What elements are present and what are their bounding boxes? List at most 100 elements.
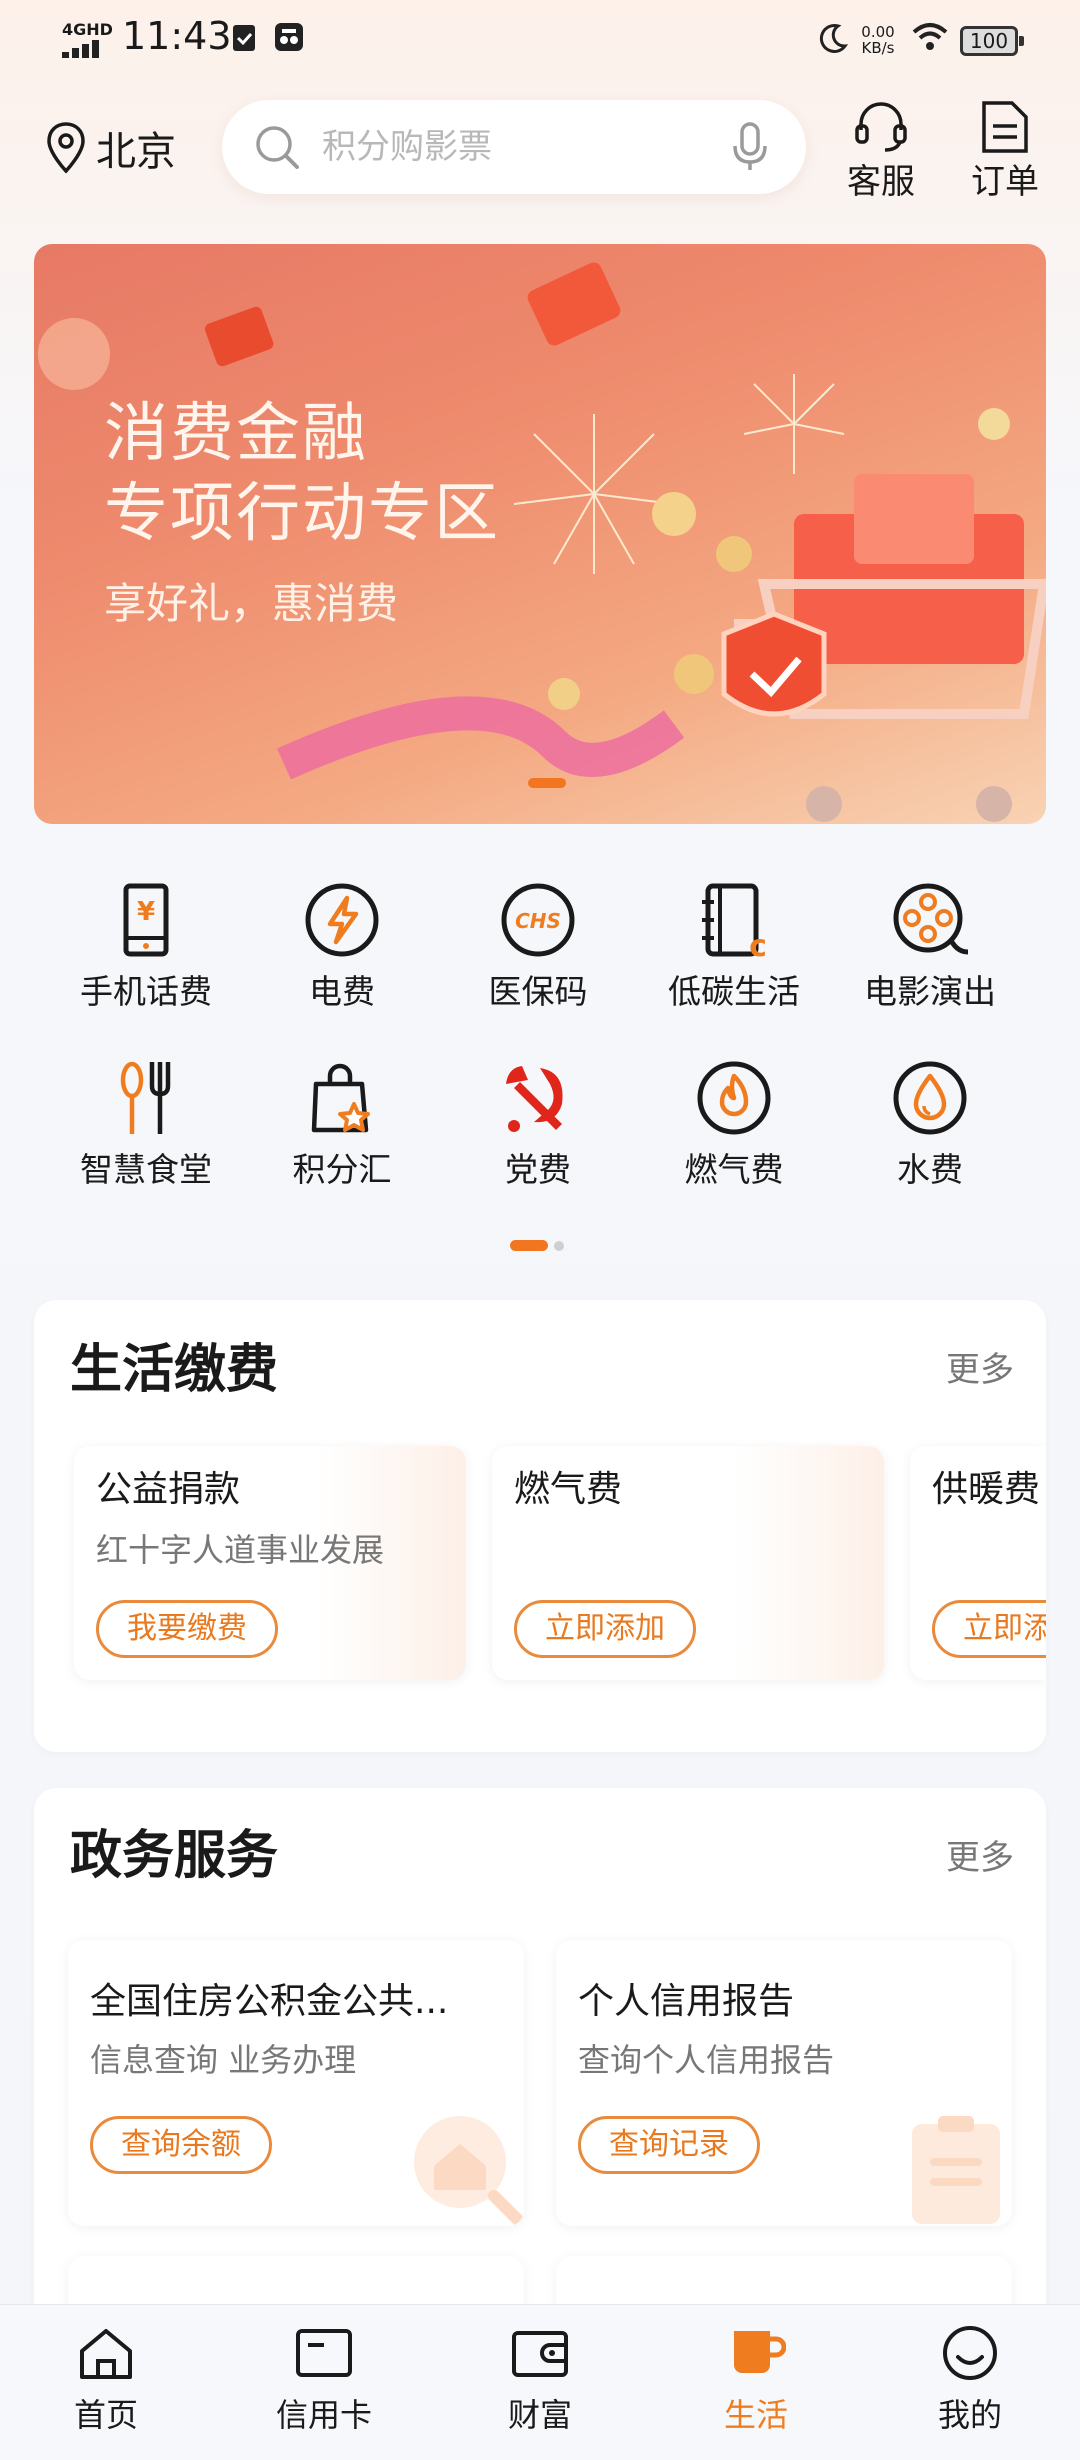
tab-label: 生活 (723, 2396, 788, 2434)
order-document-icon (982, 101, 1028, 153)
card-decoration (734, 1446, 884, 1680)
gas-flame-icon (697, 1061, 771, 1135)
battery-icon: 100 (960, 26, 1024, 56)
grid-item-water[interactable]: 水费 (832, 1058, 1028, 1218)
gov-card-title: 个人信用报告 (578, 1981, 795, 2022)
gov-service-card[interactable]: 全国住房公积金公共... 信息查询 业务办理 查询余额 (68, 1940, 524, 2226)
water-drop-icon (893, 1061, 967, 1135)
grid-item-points[interactable]: 积分汇 (244, 1058, 440, 1218)
grid-item-gas[interactable]: 燃气费 (636, 1058, 832, 1218)
grid-item-low-carbon[interactable]: c 低碳生活 (636, 880, 832, 1040)
credit-card-icon (296, 2329, 352, 2377)
search-bar[interactable] (222, 100, 806, 194)
points-bag-icon (311, 1063, 370, 1133)
low-carbon-icon: c (702, 883, 767, 960)
section-title: 生活缴费 (70, 1340, 279, 1400)
customer-service-label: 客服 (847, 162, 915, 202)
page-dot (554, 1241, 564, 1251)
electricity-icon (305, 883, 379, 957)
search-input[interactable] (322, 122, 702, 172)
banner-page-indicator (528, 778, 566, 788)
payment-card-title: 燃气费 (514, 1469, 623, 1510)
svg-text:c: c (749, 929, 767, 960)
grid-item-label: 医保码 (488, 972, 588, 1011)
tab-credit-card[interactable]: 信用卡 (244, 2325, 404, 2455)
tab-wealth[interactable]: 财富 (460, 2325, 620, 2455)
grid-item-electricity[interactable]: 电费 (244, 880, 440, 1040)
canteen-icon (120, 1061, 171, 1134)
microphone-icon[interactable] (732, 122, 768, 172)
gov-card-title: 全国住房公积金公共... (90, 1981, 449, 2022)
more-link[interactable]: 更多 (946, 1838, 1014, 1878)
grid-item-label: 积分汇 (292, 1150, 392, 1189)
grid-item-party-fee[interactable]: 党费 (440, 1058, 636, 1218)
smiley-profile-icon (943, 2326, 997, 2380)
payment-card-desc: 红十字人道事业发展 (96, 1531, 385, 1569)
tab-label: 首页 (73, 2396, 138, 2434)
grid-item-label: 电影演出 (864, 972, 996, 1011)
speed-unit: KB/s (861, 39, 895, 57)
grid-item-canteen[interactable]: 智慧食堂 (48, 1058, 244, 1218)
bottom-tab-bar: 首页 信用卡 财富 生活 我的 (0, 2304, 1080, 2460)
check-balance-button[interactable]: 查询余额 (90, 2116, 272, 2174)
wallet-icon (512, 2331, 568, 2377)
promo-banner[interactable]: 消费金融 专项行动专区 享好礼，惠消费 (34, 244, 1046, 824)
report-clipboard-icon (912, 2116, 1000, 2224)
gov-card-desc: 查询个人信用报告 (578, 2041, 835, 2079)
grid-item-film[interactable]: 电影演出 (832, 880, 1028, 1040)
wifi-icon (912, 23, 948, 50)
orders-label: 订单 (971, 162, 1039, 202)
payment-card-title: 公益捐款 (96, 1469, 241, 1510)
check-records-button[interactable]: 查询记录 (578, 2116, 760, 2174)
city-selector[interactable]: 北京 (46, 118, 176, 178)
grid-item-label: 智慧食堂 (80, 1150, 212, 1189)
tab-mine[interactable]: 我的 (890, 2325, 1050, 2455)
housing-search-icon (414, 2116, 524, 2226)
grid-item-phone-bill[interactable]: ¥ 手机话费 (48, 880, 244, 1040)
status-bar: 4GHD 11:43 0.00 KB/s 100 (0, 0, 1080, 82)
search-icon (256, 126, 299, 169)
party-emblem-icon (506, 1066, 563, 1132)
clock: 11:43 (122, 14, 232, 58)
more-link[interactable]: 更多 (946, 1350, 1014, 1390)
network-speed: 0.00 KB/s (855, 24, 901, 56)
add-now-button[interactable]: 立即添加 (514, 1600, 696, 1658)
location-pin-icon (47, 122, 85, 174)
gov-service-card[interactable]: 个人信用报告 查询个人信用报告 查询记录 (556, 1940, 1012, 2226)
gov-card-desc: 信息查询 业务办理 (90, 2041, 357, 2079)
payment-card[interactable]: 燃气费 立即添加 (492, 1446, 884, 1680)
tab-label: 信用卡 (275, 2396, 372, 2434)
orders-button[interactable]: 订单 (960, 100, 1050, 202)
life-payment-section: 生活缴费 更多 公益捐款 红十字人道事业发展 我要缴费 燃气费 立即添加 供暖费… (34, 1300, 1046, 1752)
gov-service-section: 政务服务 更多 全国住房公积金公共... 信息查询 业务办理 查询余额 个人信用… (34, 1788, 1046, 2328)
svg-text:¥: ¥ (137, 897, 155, 927)
section-title: 政务服务 (70, 1826, 279, 1886)
grid-item-label: 燃气费 (684, 1150, 784, 1189)
payment-card[interactable]: 供暖费 立即添加 (910, 1446, 1046, 1680)
grid-item-medical-code[interactable]: CHS 医保码 (440, 880, 636, 1040)
headset-icon (855, 102, 907, 152)
banner-title: 消费金融 专项行动专区 (104, 394, 500, 554)
tab-label: 财富 (507, 2396, 572, 2434)
cup-icon (734, 2331, 786, 2373)
network-type: 4GHD (62, 20, 113, 39)
tab-home[interactable]: 首页 (26, 2325, 186, 2455)
tab-life[interactable]: 生活 (676, 2325, 836, 2455)
add-now-button[interactable]: 立即添加 (932, 1600, 1046, 1658)
grid-item-label: 电费 (309, 972, 375, 1011)
pay-now-button[interactable]: 我要缴费 (96, 1600, 278, 1658)
grid-item-label: 低碳生活 (668, 972, 800, 1011)
clipboard-check-icon (233, 25, 255, 51)
city-name: 北京 (96, 129, 176, 175)
chs-medical-icon: CHS (501, 883, 575, 957)
banner-title-line1: 消费金融 (104, 397, 368, 471)
customer-service-button[interactable]: 客服 (836, 100, 926, 202)
payment-card[interactable]: 公益捐款 红十字人道事业发展 我要缴费 (74, 1446, 466, 1680)
grid-item-label: 手机话费 (80, 972, 212, 1011)
banner-title-line2: 专项行动专区 (104, 477, 500, 551)
tab-label: 我的 (937, 2396, 1002, 2434)
svg-text:CHS: CHS (515, 909, 561, 933)
grid-item-label: 水费 (897, 1150, 963, 1189)
payment-card-title: 供暖费 (932, 1469, 1041, 1510)
phone-bill-icon: ¥ (123, 883, 169, 957)
